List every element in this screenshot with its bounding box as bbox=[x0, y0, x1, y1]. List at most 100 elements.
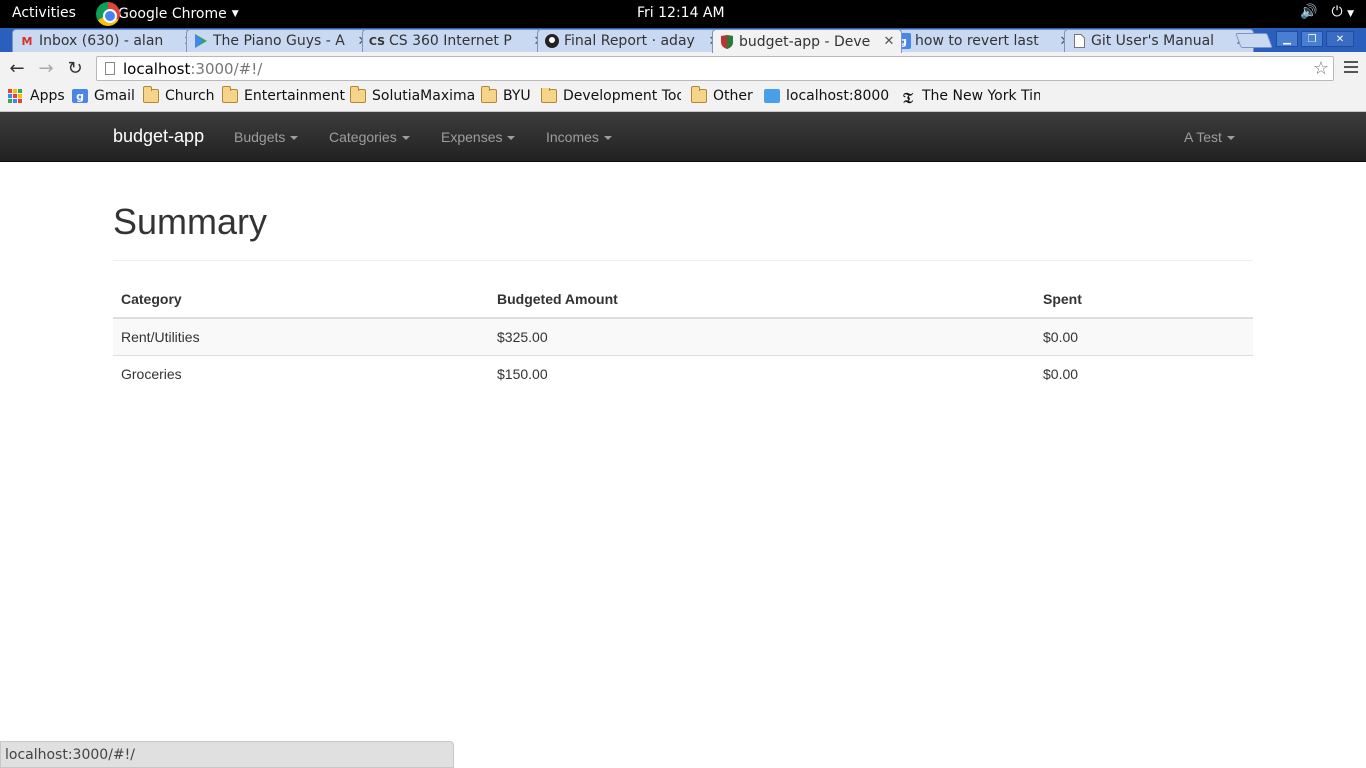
tab-cs360[interactable]: CS CS 360 Internet P ✕ bbox=[362, 29, 552, 52]
forward-button[interactable]: → bbox=[35, 57, 57, 79]
summary-table: Category Budgeted Amount Spent Rent/Util… bbox=[113, 281, 1253, 392]
nav-label: Expenses bbox=[441, 129, 503, 145]
nav-budgets-dropdown[interactable]: Budgets bbox=[234, 129, 299, 145]
tab-piano-guys[interactable]: The Piano Guys - A ✕ bbox=[186, 29, 376, 52]
tab-title: how to revert last bbox=[915, 33, 1039, 49]
address-bar[interactable]: localhost:3000/#!/ ☆ bbox=[96, 56, 1334, 81]
status-url-bubble: localhost:3000/#!/ bbox=[0, 741, 454, 768]
app-navbar: budget-app Budgets Categories Expenses I… bbox=[0, 112, 1366, 162]
restore-button[interactable]: ❐ bbox=[1301, 31, 1323, 47]
bookmark-label: Apps bbox=[30, 88, 65, 104]
caret-down-icon bbox=[507, 136, 516, 141]
volume-icon[interactable]: 🔊 bbox=[1300, 4, 1317, 20]
tab-title: Inbox (630) - alan bbox=[39, 33, 164, 49]
localhost-icon bbox=[764, 89, 780, 103]
caret-down-icon bbox=[290, 136, 299, 141]
tab-title: budget-app - Deve bbox=[739, 33, 871, 50]
table-header-row: Category Budgeted Amount Spent bbox=[113, 281, 1253, 319]
user-menu-dropdown[interactable]: A Test bbox=[1184, 129, 1235, 145]
system-tray[interactable]: 🔊 ⏻ ▼ bbox=[1300, 4, 1354, 20]
close-window-button[interactable]: ✕ bbox=[1326, 31, 1354, 47]
back-button[interactable]: ← bbox=[6, 57, 28, 79]
reload-icon: ↻ bbox=[67, 57, 83, 79]
new-tab-button[interactable] bbox=[1235, 33, 1273, 48]
bookmark-other[interactable]: Other bbox=[691, 86, 753, 104]
bookmark-label: BYU bbox=[503, 88, 531, 104]
folder-icon bbox=[222, 86, 238, 103]
close-icon[interactable]: ✕ bbox=[881, 34, 897, 49]
tab-budget-app[interactable]: budget-app - Deve ✕ bbox=[712, 29, 902, 53]
bookmark-label: Gmail bbox=[94, 88, 135, 104]
chrome-icon bbox=[96, 2, 120, 26]
table-row: Groceries $150.00 $0.00 bbox=[113, 354, 1253, 392]
arrow-right-icon: → bbox=[38, 57, 54, 79]
bookmark-label: localhost:8000 bbox=[786, 88, 890, 104]
tab-inbox[interactable]: M Inbox (630) - alan ✕ bbox=[12, 29, 202, 52]
bookmark-development-tools[interactable]: Development Too bbox=[541, 88, 681, 104]
shield-icon bbox=[719, 34, 735, 50]
page-icon bbox=[1071, 33, 1087, 49]
bookmark-solutiamaxima[interactable]: SolutiaMaxima bbox=[350, 86, 476, 104]
cell-spent: $0.00 bbox=[1035, 354, 1253, 392]
nav-label: Budgets bbox=[234, 129, 286, 145]
bookmark-label: Entertainment bbox=[244, 88, 346, 104]
clock[interactable]: Fri 12:14 AM bbox=[637, 5, 725, 21]
bookmark-apps[interactable]: Apps bbox=[8, 88, 65, 104]
app-menu[interactable]: Google Chrome ▼ bbox=[96, 2, 239, 26]
table-row: Rent/Utilities $325.00 $0.00 bbox=[113, 318, 1253, 355]
user-name: A Test bbox=[1184, 129, 1222, 145]
cell-category: Groceries bbox=[113, 354, 489, 392]
cell-category: Rent/Utilities bbox=[113, 318, 489, 355]
nav-incomes-dropdown[interactable]: Incomes bbox=[546, 129, 612, 145]
tab-revert[interactable]: g how to revert last ✕ bbox=[888, 29, 1078, 52]
nyt-icon: 𝔗 bbox=[903, 89, 913, 104]
power-icon[interactable]: ⏻ ▼ bbox=[1332, 4, 1354, 20]
tab-git-manual[interactable]: Git User's Manual ✕ bbox=[1064, 29, 1254, 52]
cell-budgeted-amount: $325.00 bbox=[489, 318, 1035, 355]
github-icon bbox=[544, 33, 560, 49]
tab-title: Final Report · aday bbox=[564, 33, 695, 49]
bookmark-localhost[interactable]: localhost:8000 bbox=[764, 88, 889, 104]
column-header-category: Category bbox=[113, 281, 489, 319]
cell-budgeted-amount: $150.00 bbox=[489, 354, 1035, 392]
bookmarks-bar: Apps g Gmail Church Entertainment Soluti… bbox=[0, 84, 1366, 112]
tab-strip: M Inbox (630) - alan ✕ The Piano Guys - … bbox=[0, 28, 1366, 53]
main-content: Summary Category Budgeted Amount Spent R… bbox=[113, 162, 1253, 392]
google-icon: g bbox=[72, 89, 88, 103]
bookmark-label: Other bbox=[713, 88, 753, 104]
bookmark-gmail[interactable]: g Gmail bbox=[72, 88, 135, 104]
minimize-button[interactable]: ▁ bbox=[1276, 31, 1298, 47]
reload-button[interactable]: ↻ bbox=[64, 57, 86, 79]
nav-categories-dropdown[interactable]: Categories bbox=[329, 129, 410, 145]
bookmark-byu[interactable]: BYU bbox=[481, 86, 531, 104]
bookmark-entertainment[interactable]: Entertainment bbox=[222, 86, 346, 104]
nav-label: Categories bbox=[329, 129, 397, 145]
divider bbox=[113, 260, 1253, 261]
bookmark-star-icon[interactable]: ☆ bbox=[1313, 58, 1329, 79]
caret-down-icon bbox=[603, 136, 612, 141]
cell-spent: $0.00 bbox=[1035, 318, 1253, 355]
folder-icon bbox=[143, 86, 159, 103]
bookmark-nyt[interactable]: 𝔗 The New York Tim bbox=[900, 88, 1040, 104]
activities-button[interactable]: Activities bbox=[12, 5, 76, 21]
chrome-menu-icon[interactable] bbox=[1344, 61, 1358, 76]
cs-icon: CS bbox=[368, 34, 386, 48]
folder-icon bbox=[350, 86, 366, 103]
window-controls: ▁ ❐ ✕ bbox=[1276, 31, 1354, 47]
tab-final-report[interactable]: Final Report · aday ✕ bbox=[537, 29, 727, 52]
nav-label: Incomes bbox=[546, 129, 599, 145]
nav-expenses-dropdown[interactable]: Expenses bbox=[441, 129, 516, 145]
apps-grid-icon bbox=[8, 89, 24, 103]
bookmark-label: SolutiaMaxima bbox=[372, 88, 476, 104]
brand-link[interactable]: budget-app bbox=[113, 126, 204, 147]
tab-title: Git User's Manual bbox=[1091, 33, 1215, 49]
caret-down-icon bbox=[1226, 136, 1235, 141]
page-icon bbox=[105, 62, 115, 75]
bookmark-church[interactable]: Church bbox=[143, 86, 215, 104]
bookmark-label: Church bbox=[165, 88, 215, 104]
arrow-left-icon: ← bbox=[9, 57, 25, 79]
column-header-budgeted-amount: Budgeted Amount bbox=[489, 281, 1035, 319]
folder-icon bbox=[481, 86, 497, 103]
folder-icon bbox=[691, 86, 707, 103]
bookmark-label: Development Too bbox=[563, 88, 681, 104]
